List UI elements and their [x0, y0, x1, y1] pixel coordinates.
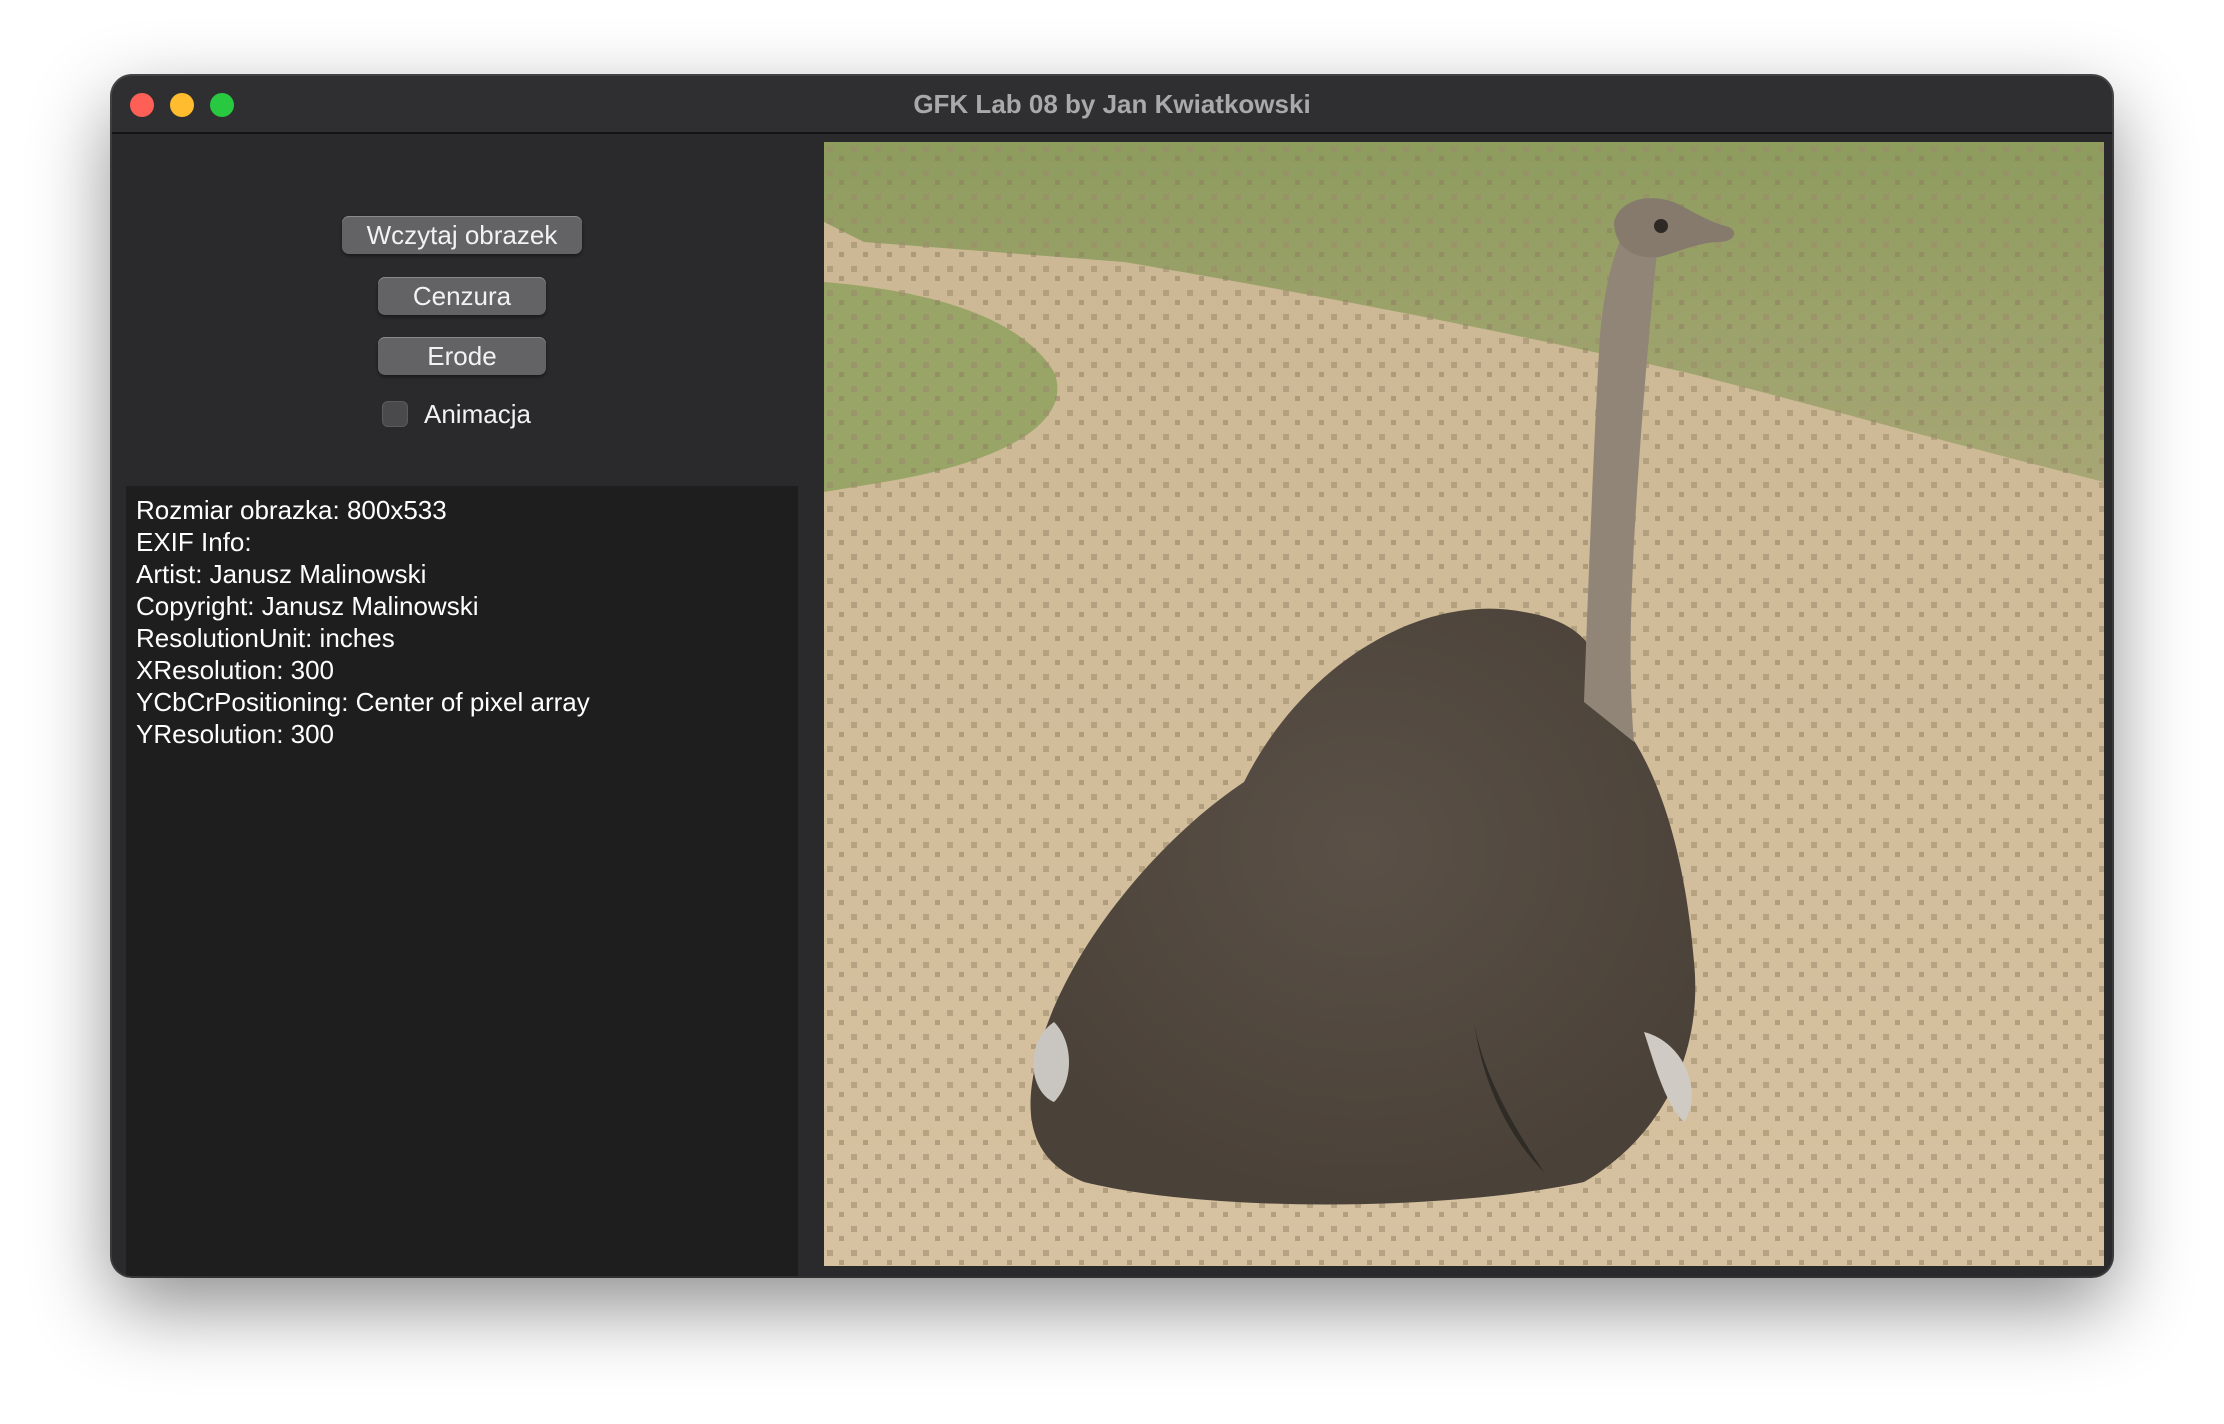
control-panel: Wczytaj obrazek Cenzura Erode Animacja R…: [112, 134, 812, 1276]
exif-y-resolution: YResolution: 300: [136, 719, 335, 749]
exif-header: EXIF Info:: [136, 527, 252, 557]
censor-button[interactable]: Cenzura: [378, 277, 546, 315]
exif-resolution-unit: ResolutionUnit: inches: [136, 623, 395, 653]
exif-ycbcr-positioning: YCbCrPositioning: Center of pixel array: [136, 687, 590, 717]
ostrich-photo: [824, 142, 2104, 1266]
load-image-button[interactable]: Wczytaj obrazek: [342, 216, 582, 254]
exif-x-resolution: XResolution: 300: [136, 655, 335, 685]
app-window: GFK Lab 08 by Jan Kwiatkowski Wczytaj ob…: [112, 76, 2112, 1276]
image-info-panel: Rozmiar obrazka: 800x533 EXIF Info: Arti…: [126, 486, 798, 1276]
window-title: GFK Lab 08 by Jan Kwiatkowski: [913, 89, 1311, 119]
animation-checkbox[interactable]: [382, 401, 408, 427]
image-preview: [824, 142, 2104, 1266]
exif-artist: Artist: Janusz Malinowski: [136, 559, 427, 589]
exif-copyright: Copyright: Janusz Malinowski: [136, 591, 479, 621]
animation-option[interactable]: Animacja: [382, 397, 531, 431]
animation-label: Animacja: [424, 398, 531, 429]
title-bar: GFK Lab 08 by Jan Kwiatkowski: [112, 76, 2112, 134]
erode-button[interactable]: Erode: [378, 337, 546, 375]
image-size-info: Rozmiar obrazka: 800x533: [136, 495, 447, 525]
